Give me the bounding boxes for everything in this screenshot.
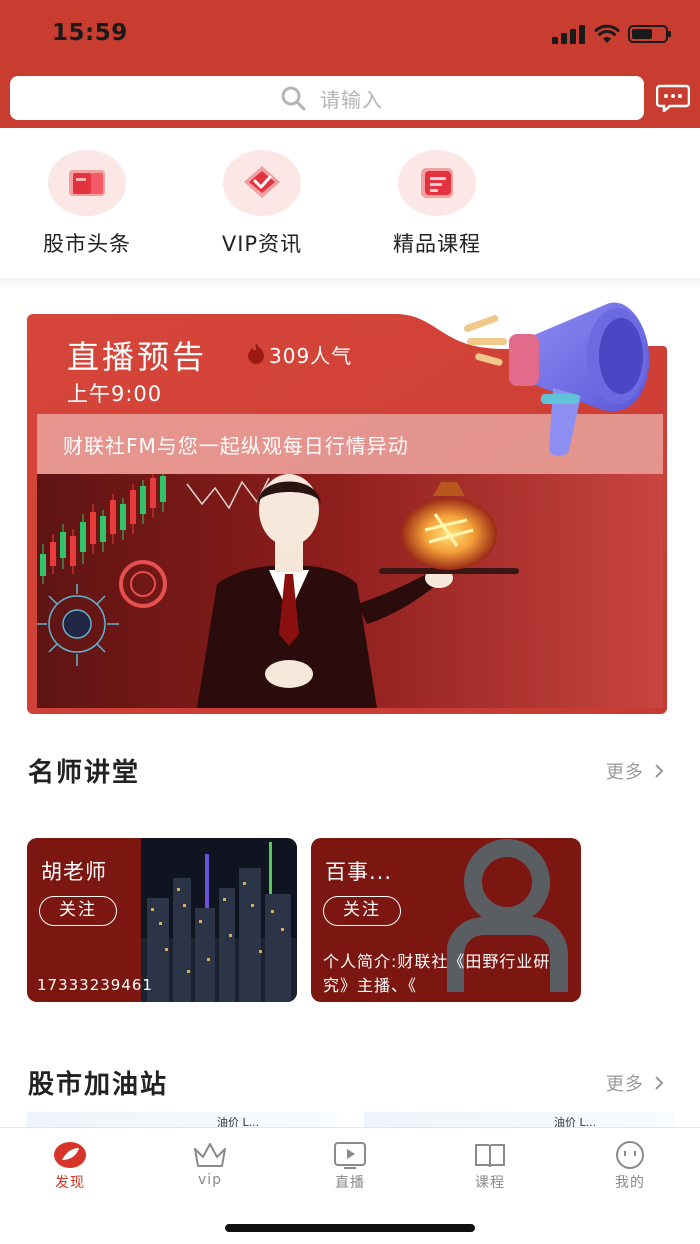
quick-nav-premium-courses[interactable]: 精品课程	[377, 150, 497, 258]
crown-icon	[194, 1143, 226, 1167]
fuel-more-link[interactable]: 更多	[606, 1070, 664, 1096]
cellular-signal-icon	[552, 24, 586, 44]
live-popularity: 309人气	[269, 344, 353, 368]
news-book-icon	[69, 170, 105, 196]
top-header: 15:59 请输入	[0, 0, 700, 128]
teacher-card[interactable]: 胡老师 关注 17333239461	[27, 838, 297, 1002]
tab-courses[interactable]: 课程	[440, 1140, 540, 1192]
follow-button[interactable]: 关注	[323, 896, 401, 926]
megaphone-icon	[464, 302, 650, 456]
live-host-illustration	[37, 474, 663, 708]
search-icon	[281, 86, 306, 111]
tab-vip[interactable]: vip	[160, 1140, 260, 1188]
teacher-intro: 个人简介:财联社《田野行业研究》主播、《	[323, 952, 551, 995]
chevron-right-icon	[655, 1076, 664, 1090]
discover-icon	[54, 1142, 86, 1168]
teacher-phone: 17333239461	[37, 976, 153, 994]
live-play-icon	[334, 1142, 366, 1169]
teacher-card[interactable]: 百事... 关注 个人简介:财联社《田野行业研究》主播、《	[311, 838, 581, 1002]
status-time: 15:59	[52, 20, 128, 46]
profile-face-icon	[616, 1141, 644, 1169]
chevron-right-icon	[655, 764, 664, 778]
wifi-icon	[594, 24, 620, 43]
quick-nav-vip-news[interactable]: VIP资讯	[202, 150, 322, 258]
tab-profile[interactable]: 我的	[580, 1140, 680, 1192]
search-input[interactable]: 请输入	[10, 76, 644, 120]
quick-nav: 股市头条 VIP资讯 精品课程	[0, 128, 700, 278]
teachers-section-title: 名师讲堂	[28, 758, 141, 788]
live-title: 直播预告	[67, 338, 208, 376]
vip-diamond-icon	[244, 166, 280, 198]
message-icon[interactable]	[656, 84, 690, 112]
live-preview-banner[interactable]: 直播预告 309人气 上午9:00 财联社FM与您一起纵观每日行情异动	[27, 298, 667, 714]
quick-nav-stock-headlines[interactable]: 股市头条	[27, 150, 147, 258]
search-placeholder: 请输入	[320, 87, 383, 112]
fire-icon	[248, 343, 264, 364]
book-icon	[475, 1144, 505, 1168]
tab-discover[interactable]: 发现	[20, 1140, 120, 1192]
teacher-photo-cityscape	[141, 838, 297, 1002]
teacher-name: 百事...	[325, 860, 393, 884]
tab-live[interactable]: 直播	[300, 1140, 400, 1192]
teachers-more-link[interactable]: 更多	[606, 758, 664, 784]
live-time: 上午9:00	[67, 382, 163, 406]
teacher-name: 胡老师	[41, 860, 107, 884]
home-indicator	[225, 1224, 475, 1232]
fuel-section-title: 股市加油站	[28, 1070, 169, 1100]
section-divider	[0, 278, 700, 290]
course-doc-icon	[421, 168, 453, 198]
battery-icon	[628, 25, 671, 43]
status-icons	[552, 22, 672, 46]
follow-button[interactable]: 关注	[39, 896, 117, 926]
live-description: 财联社FM与您一起纵观每日行情异动	[63, 434, 409, 458]
more-label: 更多	[606, 1074, 644, 1095]
more-label: 更多	[606, 762, 644, 783]
